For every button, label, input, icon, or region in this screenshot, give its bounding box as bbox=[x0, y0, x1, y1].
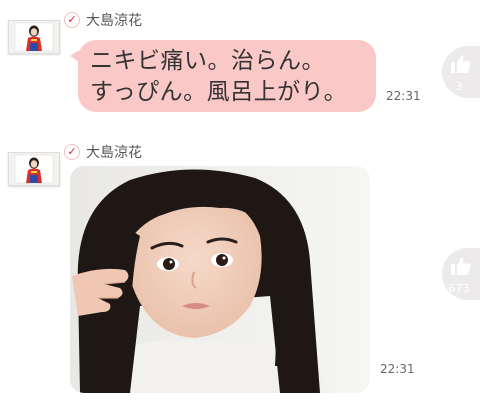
like-button[interactable]: 673 bbox=[442, 248, 480, 300]
message-bubble: ニキビ痛い。治らん。 すっぴん。風呂上がり。 bbox=[70, 40, 376, 112]
thumbs-up-icon bbox=[451, 257, 471, 275]
like-count: 3 bbox=[455, 80, 463, 93]
avatar[interactable] bbox=[8, 152, 60, 186]
check-icon: ✓ bbox=[64, 12, 80, 28]
timestamp: 22:31 bbox=[386, 89, 421, 103]
message-line: ニキビ痛い。治らん。 bbox=[90, 48, 325, 74]
timestamp: 22:31 bbox=[380, 362, 415, 376]
message-line: すっぴん。風呂上がり。 bbox=[90, 79, 348, 105]
author-name[interactable]: 大島涼花 bbox=[86, 10, 142, 30]
avatar-image bbox=[9, 21, 59, 53]
author-row: ✓ 大島涼花 bbox=[64, 10, 142, 30]
like-count: 673 bbox=[448, 282, 470, 295]
message-feed: ✓ 大島涼花 ニキビ痛い。治らん。 すっぴん。風呂上がり。 22:31 3 ✓ … bbox=[0, 0, 480, 409]
selfie-photo bbox=[70, 166, 370, 393]
text-post: ✓ 大島涼花 ニキビ痛い。治らん。 すっぴん。風呂上がり。 22:31 3 bbox=[0, 0, 480, 130]
photo-post: ✓ 大島涼花 22:31 673 bbox=[0, 136, 480, 409]
avatar[interactable] bbox=[8, 20, 60, 54]
post-photo[interactable] bbox=[70, 166, 370, 393]
author-name[interactable]: 大島涼花 bbox=[86, 142, 142, 162]
check-icon: ✓ bbox=[64, 144, 80, 160]
thumbs-up-icon bbox=[451, 55, 471, 73]
author-row: ✓ 大島涼花 bbox=[64, 142, 142, 162]
avatar-image bbox=[9, 153, 59, 185]
like-button[interactable]: 3 bbox=[442, 46, 480, 98]
